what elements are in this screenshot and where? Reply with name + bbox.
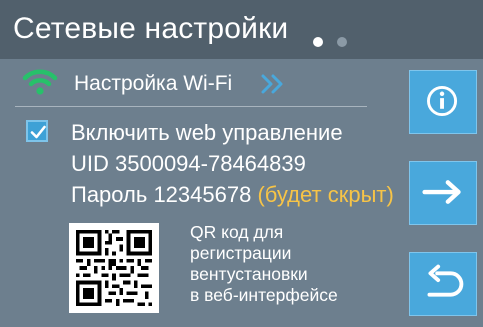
page-title: Сетевые настройки bbox=[13, 12, 289, 45]
wifi-icon bbox=[22, 69, 58, 95]
qr-caption-line: QR код для bbox=[190, 222, 284, 242]
page-indicator-dot-active bbox=[313, 37, 323, 47]
qr-caption: QR код для регистрации вентустановки в в… bbox=[190, 222, 338, 306]
double-chevron-right-icon bbox=[261, 74, 283, 94]
checkmark-icon bbox=[30, 125, 46, 139]
section-divider bbox=[15, 106, 367, 107]
qr-caption-line: в веб-интерфейсе bbox=[190, 285, 338, 305]
wifi-settings-label: Настройка Wi-Fi bbox=[74, 72, 233, 95]
qr-code-image bbox=[76, 230, 152, 306]
uid-text: UID 3500094-78464839 bbox=[71, 151, 306, 176]
title-bar: Сетевые настройки bbox=[0, 0, 483, 59]
arrow-right-icon bbox=[422, 180, 461, 204]
next-button[interactable] bbox=[409, 161, 477, 225]
info-button[interactable] bbox=[409, 70, 477, 134]
info-icon bbox=[427, 86, 458, 117]
qr-caption-line: вентустановки bbox=[190, 264, 308, 284]
qr-caption-line: регистрации bbox=[190, 243, 292, 263]
password-text: Пароль 12345678 (будет скрыт) bbox=[71, 182, 394, 208]
web-control-checkbox[interactable] bbox=[26, 120, 48, 142]
back-arrow-icon bbox=[427, 264, 464, 297]
qr-code bbox=[69, 223, 159, 313]
web-control-label[interactable]: Включить web управление bbox=[71, 120, 343, 146]
password-hidden-note: (будет скрыт) bbox=[257, 182, 394, 207]
page-indicator-dot-inactive bbox=[337, 37, 347, 47]
password-value: Пароль 12345678 bbox=[71, 182, 252, 207]
back-button[interactable] bbox=[409, 252, 477, 316]
